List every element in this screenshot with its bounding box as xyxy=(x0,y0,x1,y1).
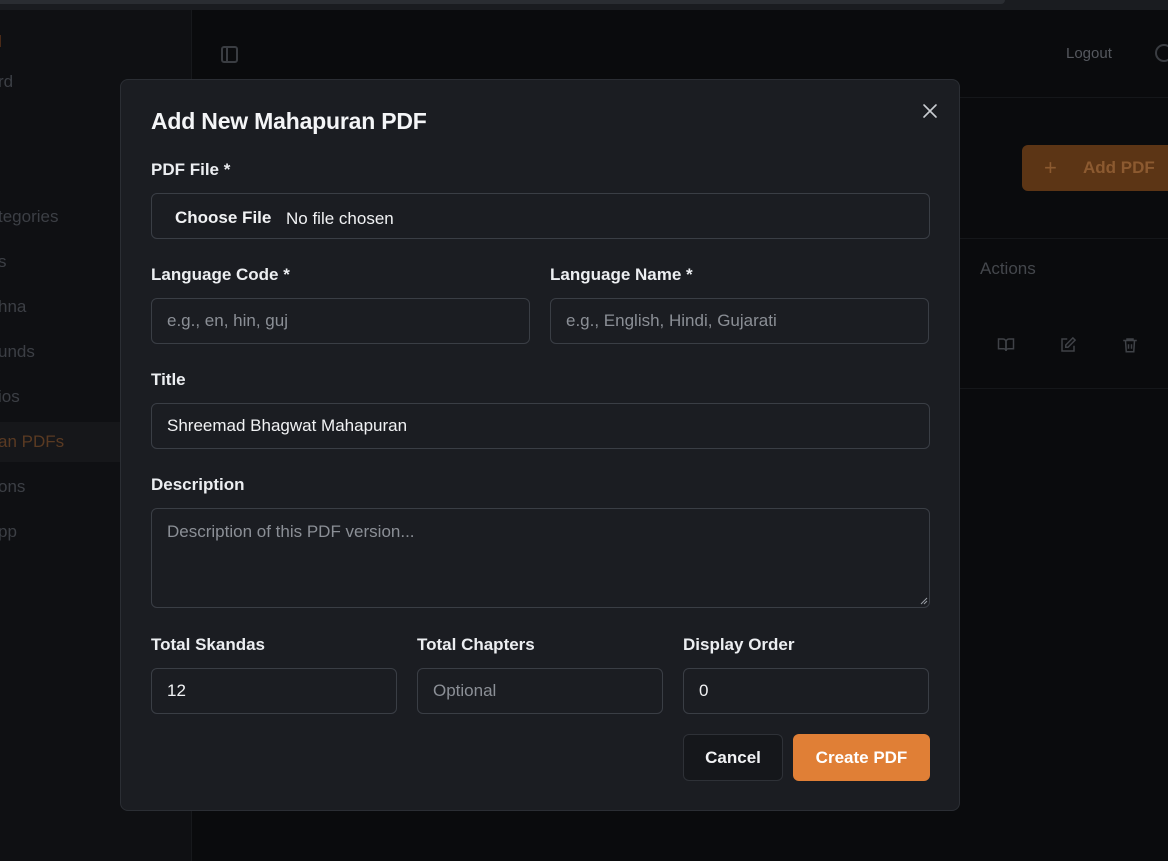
dialog-title: Add New Mahapuran PDF xyxy=(151,108,427,134)
language-name-label: Language Name * xyxy=(550,265,693,284)
display-order-label: Display Order xyxy=(683,635,795,654)
pdf-file-input[interactable]: Choose File No file chosen xyxy=(151,193,930,239)
total-chapters-label: Total Chapters xyxy=(417,635,535,654)
total-chapters-input[interactable] xyxy=(417,668,663,714)
pdf-file-label: PDF File * xyxy=(151,160,231,179)
cancel-button[interactable]: Cancel xyxy=(683,734,783,781)
create-pdf-button[interactable]: Create PDF xyxy=(793,734,930,781)
total-skandas-input[interactable] xyxy=(151,668,397,714)
language-code-label: Language Code * xyxy=(151,265,290,284)
title-label: Title xyxy=(151,370,186,389)
choose-file-button[interactable]: Choose File xyxy=(175,208,271,228)
file-status-text: No file chosen xyxy=(286,209,394,228)
description-label: Description xyxy=(151,475,245,494)
title-input[interactable] xyxy=(151,403,930,449)
add-pdf-dialog: Add New Mahapuran PDF PDF File * Choose … xyxy=(120,79,960,811)
language-name-input[interactable] xyxy=(550,298,929,344)
language-code-input[interactable] xyxy=(151,298,530,344)
close-icon[interactable] xyxy=(920,101,940,121)
resize-handle-icon[interactable] xyxy=(919,596,928,605)
total-skandas-label: Total Skandas xyxy=(151,635,265,654)
display-order-input[interactable] xyxy=(683,668,929,714)
description-textarea[interactable] xyxy=(151,508,930,608)
